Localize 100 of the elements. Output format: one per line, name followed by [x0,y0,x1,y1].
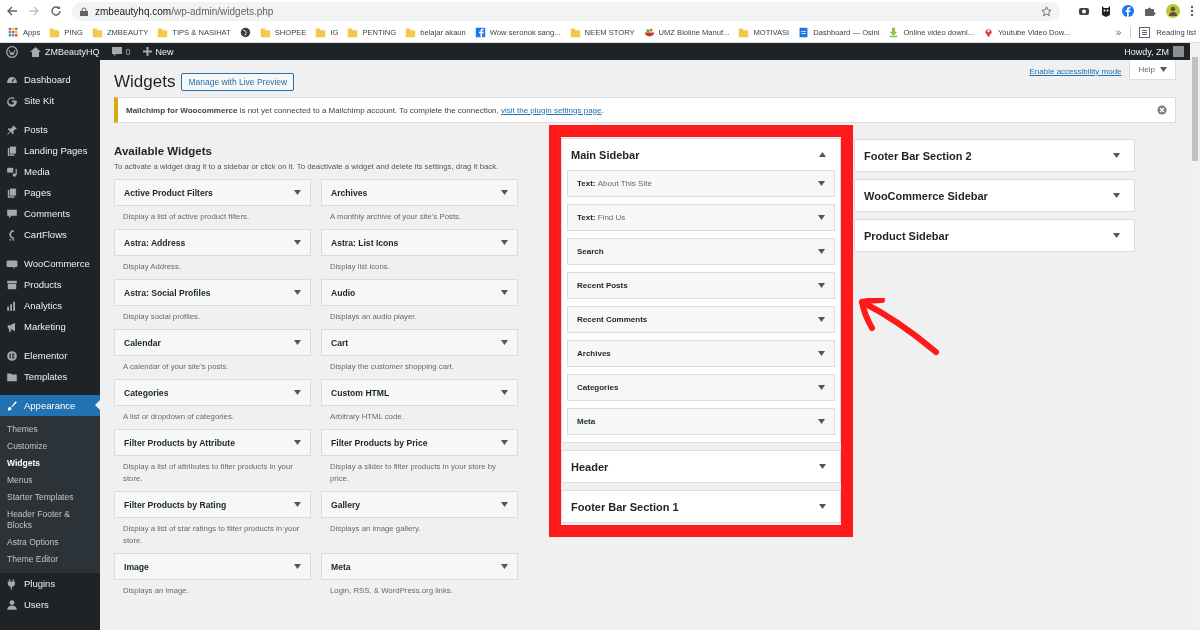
folder-icon [315,26,327,38]
settings-link[interactable]: visit the plugin settings page [501,105,602,115]
menu-item[interactable]: WooCommerce [0,253,100,274]
forward-icon [28,5,40,17]
new-link[interactable]: New [142,46,174,57]
sidebar-header[interactable]: Main Sidebar [562,139,840,170]
widget-item[interactable]: Filter Products by Attribute [114,429,311,456]
scrollbar-thumb[interactable] [1192,57,1198,161]
menu-item[interactable]: Users [0,594,100,615]
menu-item[interactable]: Plugins [0,573,100,594]
widget-item[interactable]: Text: About This Site [567,170,835,197]
widget-item[interactable]: Gallery [321,491,518,518]
more-bookmarks[interactable]: » [1115,26,1122,38]
widget-item[interactable]: Archives [567,340,835,367]
folder-icon [157,26,169,38]
widget-item[interactable]: Archives [321,179,518,206]
menu-item[interactable]: Templates [0,366,100,387]
widget-item[interactable]: Custom HTML [321,379,518,406]
caret-icon [294,290,301,295]
widget-item[interactable]: Calendar [114,329,311,356]
widget-item[interactable]: Image [114,553,311,580]
widget-item[interactable]: Recent Posts [567,272,835,299]
owl-icon [1100,5,1112,17]
widget-item[interactable]: Meta [567,408,835,435]
submenu-item[interactable]: Widgets [0,455,100,472]
reload-icon [50,5,62,17]
star-icon[interactable] [1041,5,1052,17]
menu-item[interactable]: Landing Pages [0,140,100,161]
e-logo-icon [6,349,18,362]
address-bar[interactable]: zmbeautyhq.com/wp-admin/widgets.php [72,1,1060,21]
widget-item[interactable]: Categories [114,379,311,406]
scrollbar[interactable] [1190,43,1200,630]
pages-icon [6,144,18,157]
accessibility-link[interactable]: Enable accessibility mode [1029,60,1122,76]
submenu-item[interactable]: Themes [0,421,100,438]
list-icon [1139,26,1151,38]
account-menu[interactable]: Howdy, ZM [1124,46,1184,57]
widget-item[interactable]: Audio [321,279,518,306]
widget-item[interactable]: Recent Comments [567,306,835,333]
media-icon [6,165,18,178]
caret-icon [819,464,826,469]
menu-item[interactable]: Media [0,161,100,182]
menu-item[interactable]: Site Kit [0,90,100,111]
sidebar-header[interactable]: Footer Bar Section 1 [562,491,840,522]
submenu-item[interactable]: Customize [0,438,100,455]
woo-logo-icon [6,257,18,270]
sidebar-header[interactable]: Product Sidebar [855,220,1134,251]
speech-bubble-icon [6,207,18,220]
folder-icon [49,26,61,38]
submenu-item[interactable]: Header Footer & Blocks [0,506,100,534]
widget-item[interactable]: Active Product Filters [114,179,311,206]
caret-icon [294,240,301,245]
apps-grid-icon [8,26,19,38]
menu-item[interactable]: Appearance [0,395,100,416]
submenu-item[interactable]: Astra Options [0,534,100,551]
caret-icon [818,181,825,186]
menu-item[interactable]: Posts [0,119,100,140]
live-preview-button[interactable]: Manage with Live Preview [181,73,295,91]
speech-bubble-icon [111,46,122,57]
submenu-item[interactable]: Starter Templates [0,489,100,506]
bookmark[interactable] [239,26,251,38]
caret-icon [294,390,301,395]
sidebar-header[interactable]: WooCommerce Sidebar [855,180,1134,211]
widget-item[interactable]: Astra: List Icons [321,229,518,256]
site-link[interactable]: ZMBeautyHQ [30,46,100,57]
menu-item[interactable]: Dashboard [0,69,100,90]
menu-item[interactable]: Comments [0,203,100,224]
widget-item[interactable]: Filter Products by Price [321,429,518,456]
menu-item[interactable]: Marketing [0,316,100,337]
widget-item[interactable]: Cart [321,329,518,356]
caret-icon [818,249,825,254]
widget-item[interactable]: Categories [567,374,835,401]
comments-link[interactable]: 0 [111,46,131,57]
sidebar-header[interactable]: Header [562,451,840,482]
brush-icon [6,399,18,412]
widget-item[interactable]: Astra: Social Profiles [114,279,311,306]
submenu-item[interactable]: Menus [0,472,100,489]
widget-item[interactable]: Text: Find Us [567,204,835,231]
widget-item[interactable]: Meta [321,553,518,580]
widget-item[interactable]: Filter Products by Rating [114,491,311,518]
help-button[interactable]: Help [1128,60,1176,80]
folder-icon [6,370,18,383]
caret-icon [501,502,508,507]
caret-icon [818,317,825,322]
submenu-item[interactable]: Theme Editor [0,551,100,568]
menu-item[interactable]: Analytics [0,295,100,316]
widget-item[interactable]: Astra: Address [114,229,311,256]
widget-item[interactable]: Search [567,238,835,265]
folder-icon [347,26,359,38]
caret-icon [818,385,825,390]
menu-item[interactable]: Pages [0,182,100,203]
g-logo-icon [6,94,18,107]
menu-item[interactable]: CartFlows [0,224,100,245]
person-icon [6,598,18,611]
sidebar-header[interactable]: Footer Bar Section 2 [855,140,1134,171]
avatar-icon [1173,46,1184,57]
caret-icon [1160,67,1167,72]
bowl-icon [643,26,655,38]
menu-item[interactable]: Products [0,274,100,295]
menu-item[interactable]: Elementor [0,345,100,366]
